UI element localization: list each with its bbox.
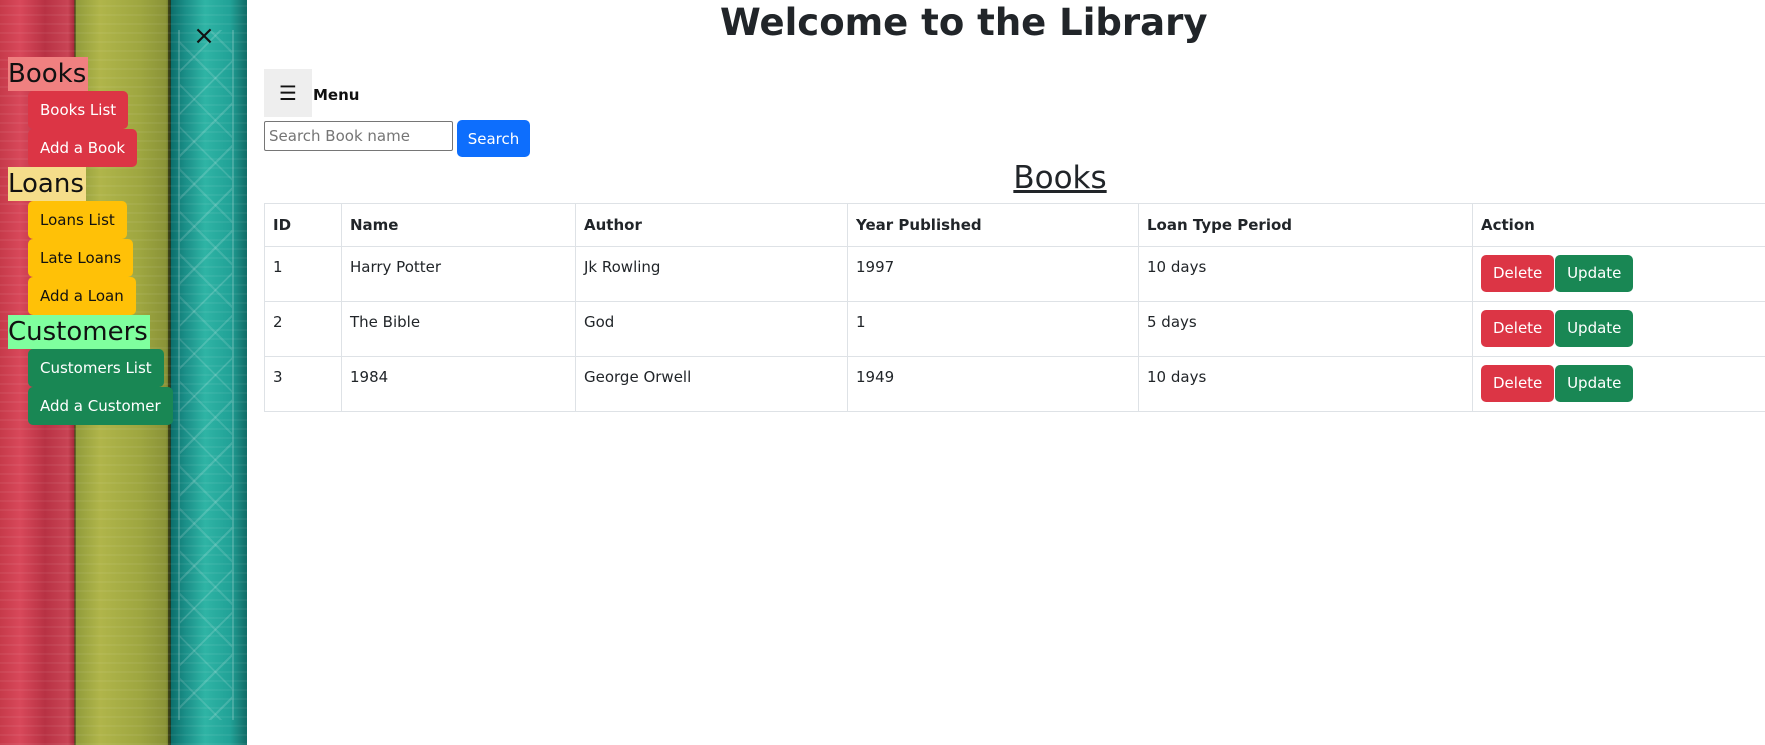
cell-name: The Bible [341,301,576,357]
table-row: 3 1984 George Orwell 1949 10 days Delete… [264,356,1765,412]
cell-loan-type: 5 days [1138,301,1473,357]
table-header-row: ID Name Author Year Published Loan Type … [264,203,1765,247]
cell-actions: Delete Update [1472,301,1765,357]
cell-year: 1997 [847,246,1139,302]
column-header-id: ID [264,203,342,247]
sidebar-section-customers: Customers [8,315,150,349]
customers-list-button[interactable]: Customers List [28,349,164,387]
table-row: 1 Harry Potter Jk Rowling 1997 10 days D… [264,246,1765,302]
cell-author: God [575,301,848,357]
cell-loan-type: 10 days [1138,246,1473,302]
sidebar-section-loans: Loans [8,167,86,201]
cell-year: 1949 [847,356,1139,412]
column-header-action: Action [1472,203,1765,247]
sidebar: × Books Books List Add a Book Loans Loan… [0,0,247,745]
delete-button[interactable]: Delete [1481,310,1555,347]
search-button[interactable]: Search [457,120,530,157]
page-title: Welcome to the Library [720,1,1208,44]
update-button[interactable]: Update [1555,310,1634,347]
delete-button[interactable]: Delete [1481,365,1555,402]
late-loans-button[interactable]: Late Loans [28,239,134,277]
close-icon[interactable]: × [190,20,218,52]
delete-button[interactable]: Delete [1481,255,1555,292]
cell-actions: Delete Update [1472,356,1765,412]
table-row: 2 The Bible God 1 5 days Delete Update [264,301,1765,357]
search-input[interactable] [264,121,453,151]
cell-id: 2 [264,301,342,357]
cell-author: George Orwell [575,356,848,412]
cell-author: Jk Rowling [575,246,848,302]
books-list-button[interactable]: Books List [28,91,129,129]
cell-name: Harry Potter [341,246,576,302]
add-book-button[interactable]: Add a Book [28,129,138,167]
cell-name: 1984 [341,356,576,412]
loans-list-button[interactable]: Loans List [28,201,127,239]
column-header-year: Year Published [847,203,1139,247]
cell-actions: Delete Update [1472,246,1765,302]
column-header-loan-type: Loan Type Period [1138,203,1473,247]
add-customer-button[interactable]: Add a Customer [28,387,173,425]
books-heading: Books [1013,160,1107,196]
column-header-name: Name [341,203,576,247]
menu-label: Menu [313,86,360,104]
sidebar-section-books: Books [8,57,89,91]
cell-loan-type: 10 days [1138,356,1473,412]
hamburger-menu-icon[interactable]: ☰ [264,69,312,117]
update-button[interactable]: Update [1555,365,1634,402]
cell-year: 1 [847,301,1139,357]
column-header-author: Author [575,203,848,247]
books-table: ID Name Author Year Published Loan Type … [264,203,1765,412]
cell-id: 3 [264,356,342,412]
update-button[interactable]: Update [1555,255,1634,292]
sidebar-spine-decoration [178,30,234,720]
add-loan-button[interactable]: Add a Loan [28,277,136,315]
cell-id: 1 [264,246,342,302]
